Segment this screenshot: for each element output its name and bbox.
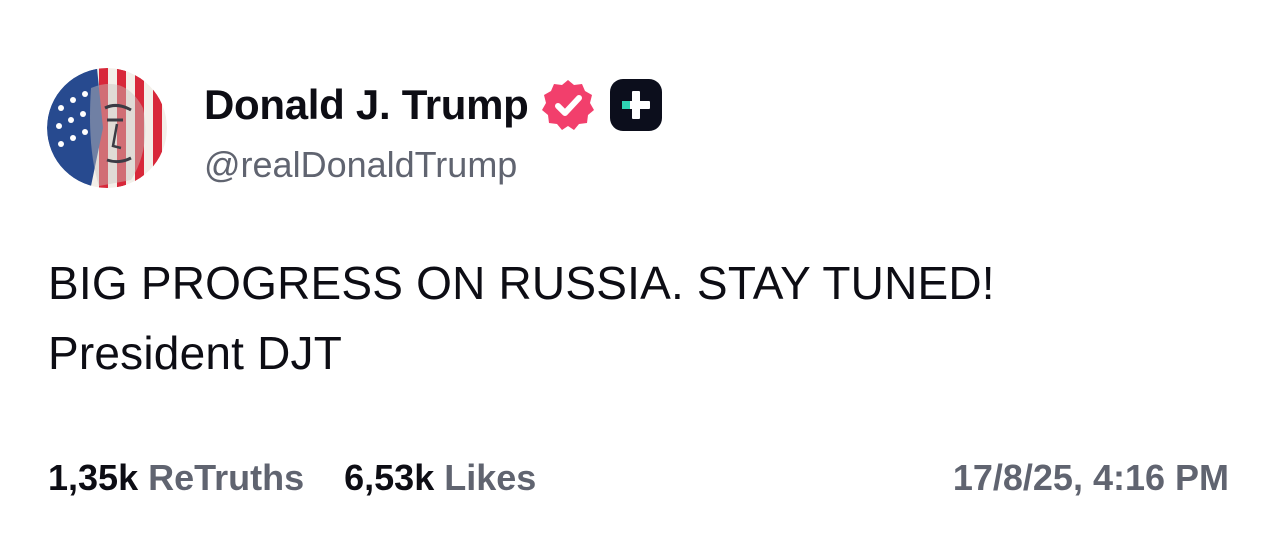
likes-label: Likes: [444, 457, 537, 498]
retruths-stat[interactable]: 1,35k ReTruths: [48, 455, 304, 501]
post-line: President DJT: [48, 327, 343, 379]
author-identity: Donald J. Trump @realDonaldTrump: [204, 78, 663, 186]
verified-badge-icon: [541, 78, 595, 132]
author-handle[interactable]: @realDonaldTrump: [204, 144, 663, 186]
flag-portrait-avatar-image: [47, 68, 167, 188]
retruths-count: 1,35k: [48, 457, 139, 498]
post-stats: 1,35k ReTruths 6,53k Likes: [48, 455, 536, 501]
truth-social-plus-icon: [609, 78, 663, 132]
post-timestamp[interactable]: 17/8/25, 4:16 PM: [953, 455, 1229, 501]
truth-post-card: Donald J. Trump @realDonaldTrump BIG PRO…: [0, 0, 1280, 533]
name-row: Donald J. Trump: [204, 78, 663, 132]
likes-stat[interactable]: 6,53k Likes: [344, 455, 536, 501]
author-display-name[interactable]: Donald J. Trump: [204, 80, 529, 130]
likes-count: 6,53k: [344, 457, 435, 498]
post-content: BIG PROGRESS ON RUSSIA. STAY TUNED! Pres…: [48, 248, 995, 388]
post-line: BIG PROGRESS ON RUSSIA. STAY TUNED!: [48, 257, 995, 309]
retruths-label: ReTruths: [148, 457, 305, 498]
avatar[interactable]: [47, 68, 167, 188]
post-header: Donald J. Trump @realDonaldTrump: [47, 68, 663, 188]
